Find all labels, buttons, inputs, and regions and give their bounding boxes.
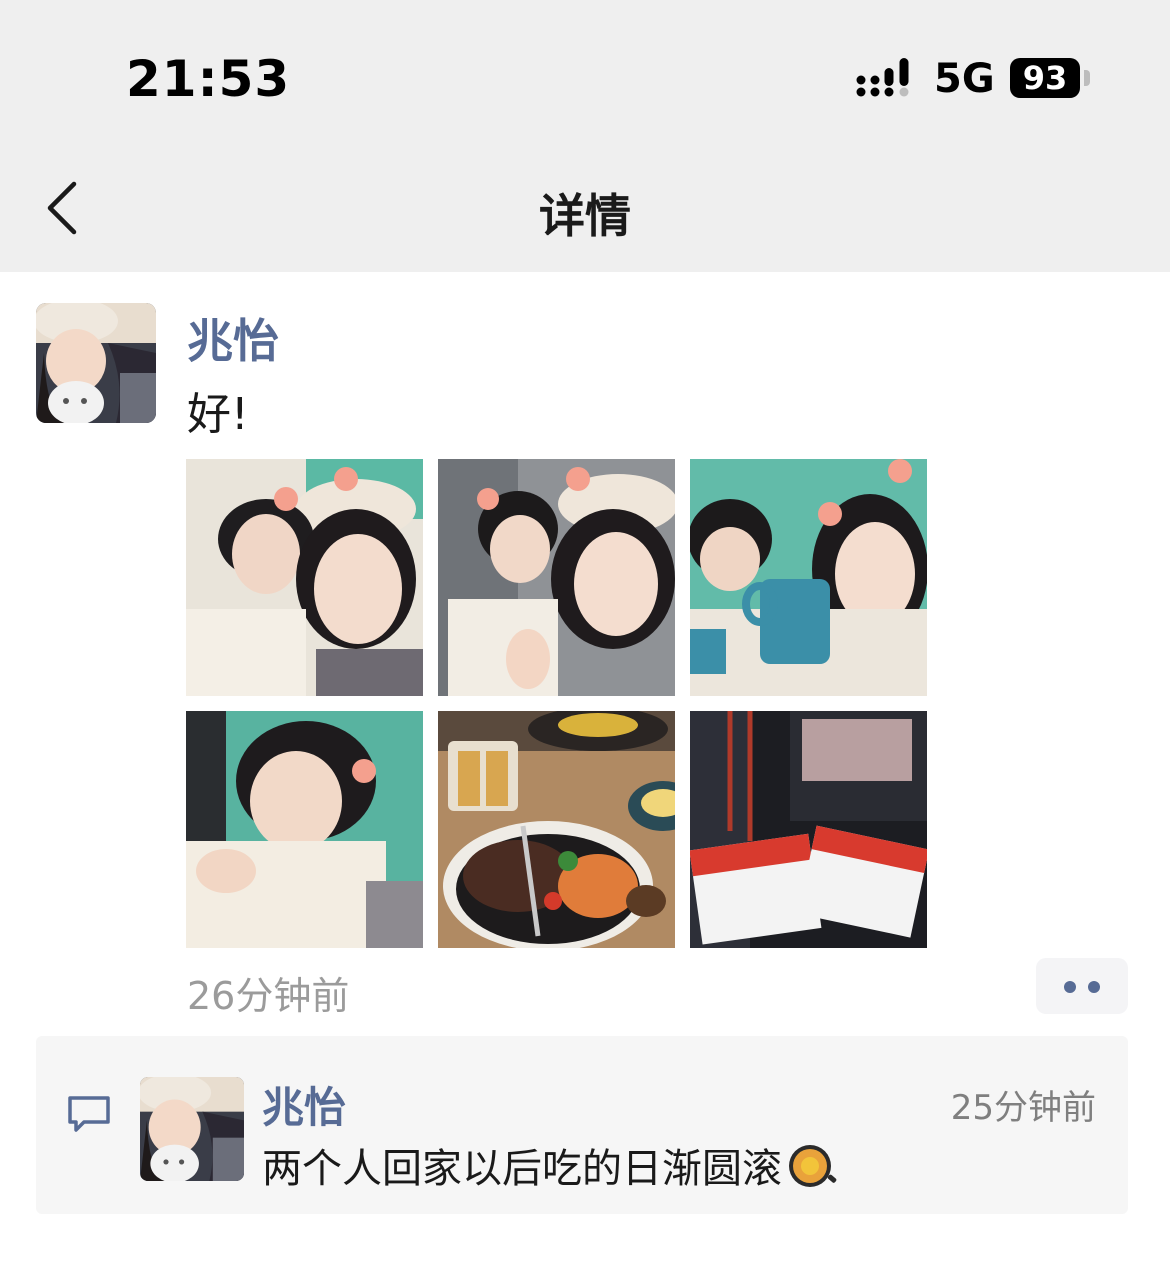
battery-level: 93 — [1022, 59, 1068, 97]
photo-thumbnail[interactable] — [690, 711, 927, 948]
nav-bar: 详情 — [0, 140, 1170, 272]
photo-thumbnail[interactable] — [186, 459, 423, 696]
avatar[interactable] — [36, 303, 156, 423]
comment-text-content: 两个人回家以后吃的日渐圆滚 — [262, 1146, 782, 1192]
battery-icon: 93 — [1010, 58, 1080, 98]
photo-image — [438, 459, 675, 696]
page-title: 详情 — [539, 189, 631, 243]
comment-timestamp: 25分钟前 — [950, 1088, 1096, 1128]
signal-icon — [856, 58, 909, 97]
photo-thumbnail[interactable] — [438, 711, 675, 948]
dot-icon — [1088, 981, 1100, 993]
comment-author[interactable]: 兆怡 — [262, 1074, 346, 1135]
network-label: 5G — [934, 56, 995, 102]
post-timestamp: 26分钟前 — [187, 974, 350, 1018]
photo-thumbnail[interactable] — [690, 459, 927, 696]
comment-icon — [68, 1096, 110, 1132]
avatar[interactable] — [140, 1077, 244, 1181]
post-text: 好! — [187, 389, 249, 440]
battery-tip — [1084, 70, 1090, 86]
photo-grid — [186, 459, 927, 948]
photo-thumbnail[interactable] — [186, 711, 423, 948]
photo-image — [690, 459, 927, 696]
avatar-image — [140, 1077, 244, 1181]
status-bar: 21:53 5G 93 — [0, 0, 1170, 140]
post-author[interactable]: 兆怡 — [187, 305, 279, 371]
dot-icon — [1064, 981, 1076, 993]
comment-text[interactable]: 两个人回家以后吃的日渐圆滚 — [262, 1136, 838, 1194]
status-time: 21:53 — [126, 50, 291, 108]
photo-thumbnail[interactable] — [438, 459, 675, 696]
photo-image — [690, 711, 927, 948]
more-actions-button[interactable] — [1036, 958, 1128, 1014]
avatar-image — [36, 303, 156, 423]
photo-image — [438, 711, 675, 948]
comment-section: 兆怡 25分钟前 两个人回家以后吃的日渐圆滚 — [36, 1036, 1128, 1214]
fried-egg-pan-icon — [789, 1145, 837, 1187]
photo-image — [186, 711, 423, 948]
photo-image — [186, 459, 423, 696]
